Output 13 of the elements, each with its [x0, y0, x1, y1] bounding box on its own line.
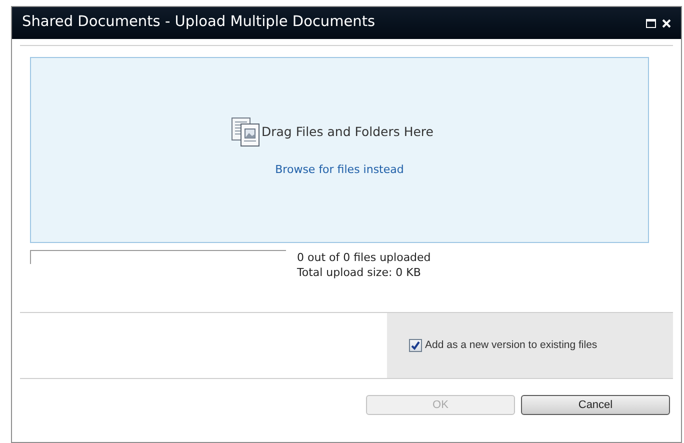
option-label: Add as a new version to existing files [425, 338, 598, 353]
drop-zone[interactable]: Drag Files and Folders Here Browse for files instead [30, 57, 649, 243]
check-icon [411, 341, 420, 350]
upload-size: Total upload size: 0 KB [297, 265, 422, 280]
checkbox[interactable] [409, 339, 422, 352]
maximize-icon[interactable] [646, 18, 656, 28]
window-title: Shared Documents - Upload Multiple Documents [22, 13, 376, 32]
drop-zone-label: Drag Files and Folders Here [262, 122, 434, 141]
close-icon[interactable] [662, 18, 671, 28]
documents-icon [230, 116, 262, 148]
cancel-button[interactable]: Cancel [521, 395, 670, 415]
browse-link[interactable]: Browse for files instead [275, 162, 404, 178]
upload-count: 0 out of 0 files uploaded [297, 250, 431, 265]
